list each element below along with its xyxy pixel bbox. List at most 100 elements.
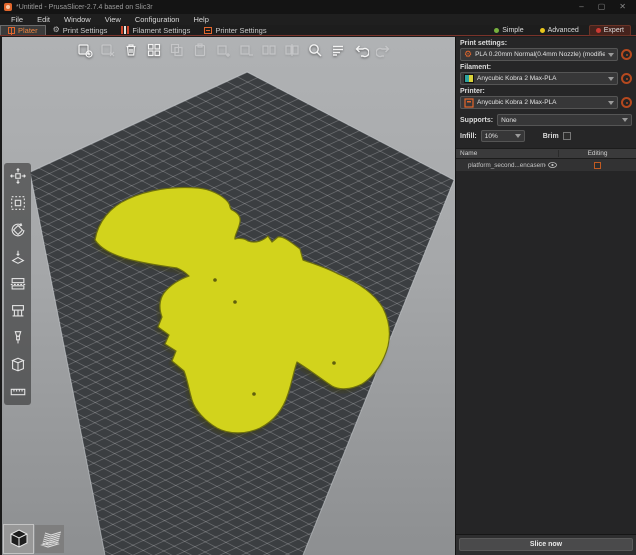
mode-advanced-button[interactable]: Advanced <box>534 26 585 35</box>
edit-printer-preset-button[interactable] <box>621 97 632 108</box>
edit-object-button[interactable] <box>594 162 601 169</box>
infill-value: 10% <box>485 133 513 140</box>
prusaslicer-window: *Untitled - PrusaSlicer-2.7.4 based on S… <box>0 0 636 555</box>
minimize-button[interactable]: – <box>579 0 583 14</box>
chevron-down-icon <box>608 101 614 105</box>
add-instance-button[interactable] <box>214 41 231 58</box>
undo-button[interactable] <box>352 41 369 58</box>
model-hole <box>252 392 256 396</box>
tab-print-settings[interactable]: ⚙ Print Settings <box>46 25 115 35</box>
tab-bar: Plater ⚙ Print Settings Filament Setting… <box>0 25 636 36</box>
editing-column-header: Editing <box>559 150 636 157</box>
add-model-button[interactable] <box>76 41 93 58</box>
model-hole <box>332 361 336 365</box>
chevron-down-icon <box>608 77 614 81</box>
advanced-mode-dot-icon <box>540 28 545 33</box>
supports-value: None <box>501 117 619 124</box>
tab-printer-settings[interactable]: Printer Settings <box>197 25 273 35</box>
split-parts-button[interactable] <box>283 41 300 58</box>
edit-print-preset-button[interactable] <box>621 49 632 60</box>
model-hole <box>233 300 237 304</box>
print-settings-label: Print settings: <box>456 37 636 48</box>
mode-expert-button[interactable]: Expert <box>589 25 631 36</box>
tab-filament-settings[interactable]: Filament Settings <box>114 25 197 35</box>
tab-plater[interactable]: Plater <box>0 25 46 35</box>
slice-button-area: Slice now <box>456 534 636 555</box>
menu-edit[interactable]: Edit <box>30 14 57 25</box>
infill-label: Infill: <box>460 133 477 140</box>
gizmo-toolbar <box>4 163 31 405</box>
menu-configuration[interactable]: Configuration <box>128 14 187 25</box>
split-objects-button[interactable] <box>260 41 277 58</box>
view-switch <box>4 525 64 553</box>
rotate-gizmo-button[interactable] <box>8 220 28 240</box>
paste-button[interactable] <box>191 41 208 58</box>
tab-printer-settings-label: Printer Settings <box>215 26 266 35</box>
simple-mode-dot-icon <box>494 28 499 33</box>
delete-all-button[interactable] <box>122 41 139 58</box>
mode-expert-label: Expert <box>604 27 624 34</box>
filament-icon <box>121 26 129 34</box>
supports-row: Supports: None <box>456 112 636 128</box>
printer-select[interactable]: Anycubic Kobra 2 Max-PLA <box>460 96 618 109</box>
object-list-header: Name Editing <box>456 148 636 159</box>
infill-select[interactable]: 10% <box>481 130 525 142</box>
tab-filament-settings-label: Filament Settings <box>132 26 190 35</box>
cut-tool-button[interactable] <box>8 274 28 294</box>
chevron-down-icon <box>608 53 614 57</box>
mode-simple-button[interactable]: Simple <box>488 26 529 35</box>
filament-value: Anycubic Kobra 2 Max-PLA <box>477 75 605 82</box>
editing-cell <box>559 162 636 169</box>
variable-layer-height-button[interactable] <box>329 41 346 58</box>
edit-filament-preset-button[interactable] <box>621 73 632 84</box>
infill-row: Infill: 10% Brim <box>456 128 636 144</box>
close-button[interactable]: ✕ <box>619 0 626 14</box>
filament-row: Anycubic Kobra 2 Max-PLA <box>456 72 636 85</box>
remove-instance-button[interactable] <box>237 41 254 58</box>
preview-view-button[interactable] <box>35 525 64 553</box>
filament-label: Filament: <box>456 61 636 72</box>
move-gizmo-button[interactable] <box>8 166 28 186</box>
title-bar: *Untitled - PrusaSlicer-2.7.4 based on S… <box>0 0 636 14</box>
brim-checkbox[interactable] <box>563 132 571 140</box>
scale-gizmo-button[interactable] <box>8 193 28 213</box>
seam-painting-button[interactable] <box>8 328 28 348</box>
emboss-text-button[interactable] <box>8 355 28 375</box>
redo-button[interactable] <box>375 41 392 58</box>
menu-bar: File Edit Window View Configuration Help <box>0 14 636 25</box>
maximize-button[interactable]: ▢ <box>598 0 606 14</box>
copy-button[interactable] <box>168 41 185 58</box>
object-list: Name Editing platform_second...encasemen… <box>456 148 636 171</box>
model-hole <box>213 278 217 282</box>
menu-file[interactable]: File <box>4 14 30 25</box>
printer-icon <box>204 27 212 34</box>
fdm-supports-button[interactable] <box>8 301 28 321</box>
object-row[interactable]: platform_second...encasement.stl <box>456 159 636 171</box>
measure-button[interactable] <box>8 382 28 402</box>
supports-select[interactable]: None <box>497 114 632 126</box>
tab-print-settings-label: Print Settings <box>63 26 108 35</box>
place-on-face-button[interactable] <box>8 247 28 267</box>
supports-label: Supports: <box>460 117 493 124</box>
viewport-3d[interactable] <box>0 37 455 555</box>
filament-select[interactable]: Anycubic Kobra 2 Max-PLA <box>460 72 618 85</box>
slice-now-button[interactable]: Slice now <box>459 538 633 551</box>
print-settings-select[interactable]: ⚙ PLA 0.20mm Normal(0.4mm Nozzle) (modif… <box>460 48 618 61</box>
delete-model-button[interactable] <box>99 41 116 58</box>
settings-panel: Print settings: ⚙ PLA 0.20mm Normal(0.4m… <box>455 37 636 555</box>
menu-window[interactable]: Window <box>57 14 98 25</box>
arrange-button[interactable] <box>145 41 162 58</box>
search-button[interactable] <box>306 41 323 58</box>
gear-icon: ⚙ <box>464 50 472 59</box>
menu-view[interactable]: View <box>98 14 128 25</box>
menu-help[interactable]: Help <box>186 14 215 25</box>
expert-mode-dot-icon <box>596 28 601 33</box>
mode-simple-label: Simple <box>502 27 523 34</box>
gear-icon: ⚙ <box>53 26 60 34</box>
visibility-toggle[interactable] <box>546 162 559 168</box>
viewport-toolbar <box>76 41 392 58</box>
editor-view-button[interactable] <box>4 525 33 553</box>
eye-icon <box>548 162 557 168</box>
name-column-header: Name <box>456 150 559 157</box>
window-title: *Untitled - PrusaSlicer-2.7.4 based on S… <box>16 4 153 11</box>
